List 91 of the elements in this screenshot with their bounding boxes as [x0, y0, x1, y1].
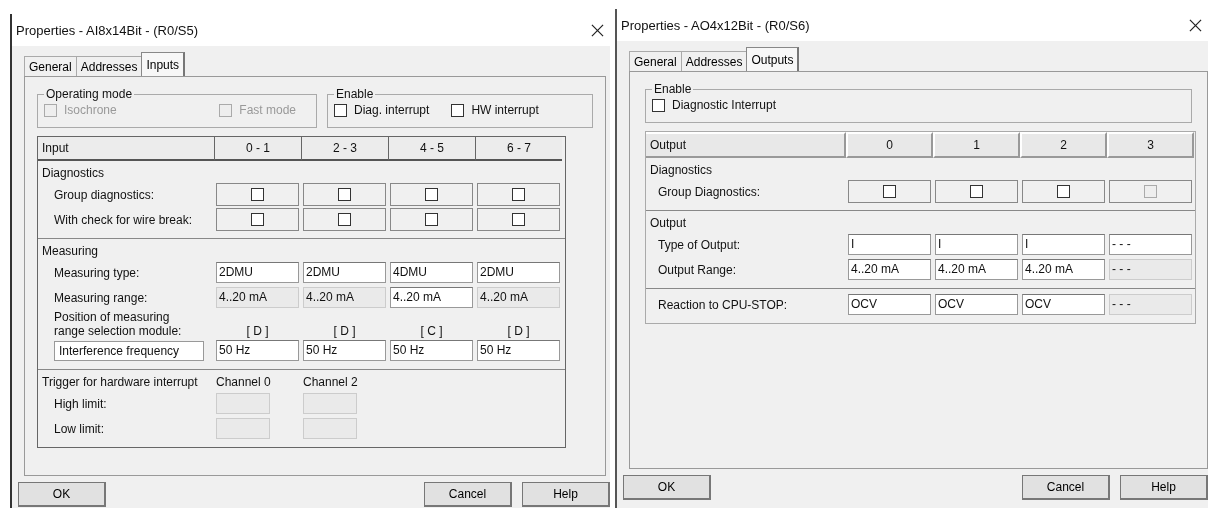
window-title: Properties - AO4x12Bit - (R0/S6) — [621, 17, 810, 33]
row-label: Measuring range: — [54, 290, 148, 305]
dialog-button[interactable]: Cancel — [424, 482, 512, 507]
dialog-button[interactable]: Help — [522, 482, 610, 507]
dialog-button[interactable]: Cancel — [1022, 475, 1110, 500]
row-label: Group Diagnostics: — [658, 184, 761, 199]
option-label: HW interrupt — [471, 103, 539, 117]
row-label: High limit: — [54, 396, 107, 411]
row-label: Interference frequency — [54, 340, 204, 361]
checkbox[interactable] — [334, 103, 347, 117]
dialog-button[interactable]: Help — [1120, 475, 1208, 500]
option-label: Diag. interrupt — [354, 103, 430, 117]
checkbox[interactable] — [425, 188, 438, 201]
text-field[interactable]: 50 Hz — [216, 340, 299, 361]
tab[interactable]: Outputs — [746, 47, 800, 71]
section-title: Diagnostics — [41, 165, 106, 182]
column-header: 0 — [846, 132, 933, 158]
text-field[interactable]: 50 Hz — [390, 340, 473, 361]
checkbox[interactable] — [652, 98, 665, 112]
text-field[interactable]: OCV — [935, 294, 1018, 315]
position-value: [ C ] — [420, 324, 443, 338]
text-field[interactable]: 2DMU — [303, 262, 386, 283]
text-field[interactable]: - - - — [1109, 234, 1192, 255]
checkbox[interactable] — [883, 185, 896, 198]
dialog-button[interactable]: OK — [18, 482, 106, 507]
group-label: Enable — [653, 82, 693, 96]
text-field[interactable]: I — [848, 234, 931, 255]
column-header: 2 — [1020, 132, 1107, 158]
checkbox-option[interactable]: Diagnostic Interrupt — [652, 98, 777, 112]
window-title: Properties - AI8x14Bit - (R0/S5) — [16, 22, 199, 38]
column-caption: Channel 0 — [215, 374, 272, 391]
row-label: Measuring type: — [54, 265, 140, 280]
text-field[interactable]: I — [935, 234, 1018, 255]
text-field[interactable]: 50 Hz — [303, 340, 386, 361]
row-label: Position of measuring range selection module: — [54, 310, 182, 338]
text-field[interactable]: 4..20 mA — [848, 259, 931, 280]
checkbox[interactable] — [425, 213, 438, 226]
column-caption: Channel 2 — [302, 374, 359, 391]
text-field[interactable]: 4DMU — [390, 262, 473, 283]
group-label: Enable — [335, 87, 375, 101]
group-label: Operating mode — [45, 87, 134, 101]
text-field[interactable]: I — [1022, 234, 1105, 255]
position-value: [ D ] — [507, 324, 530, 338]
row-label: Group diagnostics: — [54, 187, 155, 202]
checkbox[interactable] — [251, 188, 264, 201]
tab[interactable]: General — [24, 56, 77, 76]
option-label: Diagnostic Interrupt — [672, 98, 777, 112]
section-title: Trigger for hardware interrupt — [41, 374, 199, 391]
checkbox-option[interactable]: Diag. interrupt — [334, 103, 430, 117]
checkbox[interactable] — [251, 213, 264, 226]
text-field[interactable]: 50 Hz — [477, 340, 560, 361]
column-header: 3 — [1107, 132, 1194, 158]
checkbox[interactable] — [512, 188, 525, 201]
checkbox[interactable] — [338, 213, 351, 226]
text-field[interactable]: 4..20 mA — [1022, 259, 1105, 280]
column-header: Output — [646, 132, 846, 158]
checkbox-option[interactable]: HW interrupt — [451, 103, 539, 117]
close-icon[interactable] — [591, 23, 604, 37]
column-header: 0 - 1 — [214, 137, 301, 161]
tab[interactable]: General — [629, 51, 682, 71]
row-label: Output Range: — [658, 262, 737, 277]
checkbox[interactable] — [451, 103, 465, 117]
row-label: Reaction to CPU-STOP: — [658, 297, 788, 312]
section-title: Measuring — [41, 243, 100, 260]
column-header: 1 — [933, 132, 1020, 158]
text-field[interactable]: 2DMU — [216, 262, 299, 283]
dialog-button[interactable]: OK — [623, 475, 711, 500]
checkbox[interactable] — [512, 213, 525, 226]
checkbox[interactable] — [338, 188, 351, 201]
column-header: 6 - 7 — [475, 137, 562, 161]
section-title: Diagnostics — [649, 162, 714, 179]
close-icon[interactable] — [1189, 18, 1202, 32]
section-title: Output — [649, 215, 688, 232]
row-label: Type of Output: — [658, 237, 741, 252]
checkbox[interactable] — [1057, 185, 1070, 198]
option-label: Fast mode — [239, 103, 296, 117]
position-value: [ D ] — [333, 324, 356, 338]
text-field[interactable]: OCV — [1022, 294, 1105, 315]
column-header: 4 - 5 — [388, 137, 475, 161]
column-header: Input — [38, 137, 214, 161]
column-header: 2 - 3 — [301, 137, 388, 161]
row-label: With check for wire break: — [54, 212, 193, 227]
text-field[interactable]: OCV — [848, 294, 931, 315]
checkbox[interactable] — [970, 185, 983, 198]
text-field[interactable]: 4..20 mA — [390, 287, 473, 308]
option-label: Isochrone — [64, 103, 117, 117]
row-label: Low limit: — [54, 421, 104, 436]
tab[interactable]: Inputs — [141, 52, 186, 76]
position-value: [ D ] — [246, 324, 269, 338]
text-field[interactable]: 2DMU — [477, 262, 560, 283]
text-field[interactable]: 4..20 mA — [935, 259, 1018, 280]
